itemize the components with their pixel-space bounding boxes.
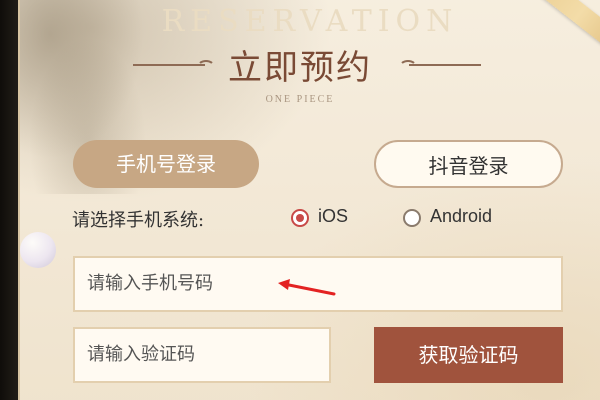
os-option-android[interactable]: Android [430,206,492,227]
page-subtitle: ONE PIECE [265,94,335,105]
ribbon-decoration [510,0,600,72]
title-ornament-left [133,60,215,66]
get-code-button[interactable]: 获取验证码 [374,327,563,383]
reservation-screen: RESERVATION 立即预约 ONE PIECE 手机号登录 抖音登录 请选… [0,0,600,400]
red-arrow-icon [278,279,336,296]
verification-code-input[interactable]: 请输入验证码 [73,327,331,383]
title-ornament-right [399,60,481,66]
os-option-ios[interactable]: iOS [318,206,348,227]
background-watermark-text: RESERVATION [161,4,459,39]
douyin-login-tab[interactable]: 抖音登录 [374,140,563,188]
os-select-label: 请选择手机系统: [72,210,205,231]
floating-bubble-icon[interactable] [20,232,56,268]
page-title: 立即预约 [228,48,372,88]
radio-selected-icon[interactable] [291,209,309,227]
radio-unselected-icon[interactable] [403,209,421,227]
phone-login-tab[interactable]: 手机号登录 [73,140,259,188]
